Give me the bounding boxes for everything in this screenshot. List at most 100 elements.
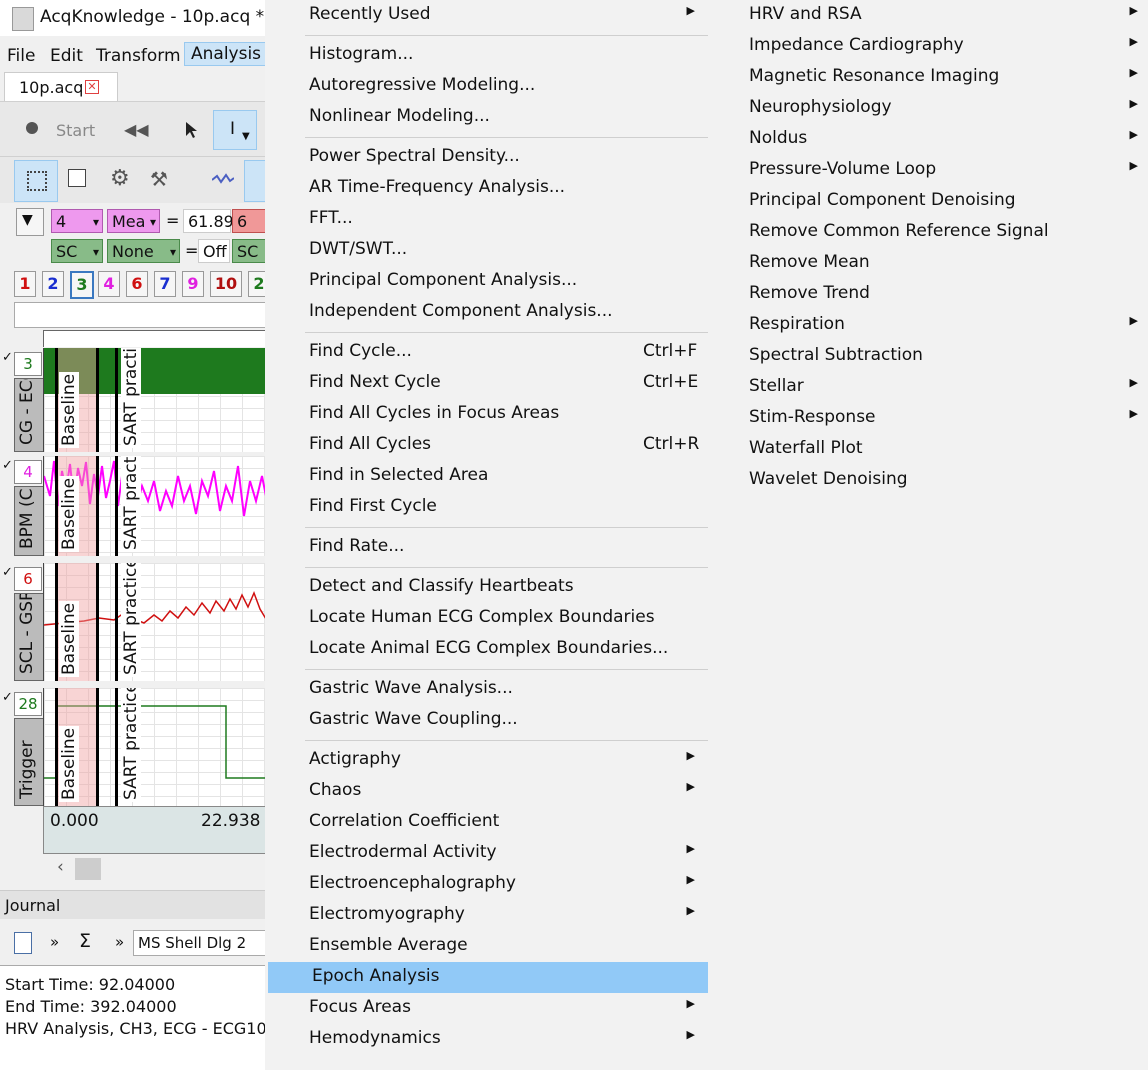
menu-item-epoch-analysis[interactable]: Epoch Analysis [268,962,708,993]
menu-item-correlation-coefficient[interactable]: Correlation Coefficient [265,807,708,838]
menu-item-impedance-cardiography[interactable]: Impedance Cardiography ▶ [708,31,1148,62]
tools-icon[interactable]: ⚒ [150,167,168,191]
menu-item-detect-and-classify-heartbeats[interactable]: Detect and Classify Heartbeats [265,572,708,603]
menu-item-actigraphy[interactable]: Actigraphy ▶ [265,745,708,776]
menu-item-respiration[interactable]: Respiration ▶ [708,310,1148,341]
waveform-icon[interactable] [212,172,234,186]
menu-item-find-next-cycle[interactable]: Find Next Cycle Ctrl+E [265,368,708,399]
menu-item-find-first-cycle[interactable]: Find First Cycle [265,492,708,523]
measure2-channel-select[interactable]: SC [51,239,103,264]
menu-item-noldus[interactable]: Noldus ▶ [708,124,1148,155]
menu-item-histogram[interactable]: Histogram... [265,40,708,71]
menu-item-focus-areas[interactable]: Focus Areas ▶ [265,993,708,1024]
menu-item-wavelet-denoising[interactable]: Wavelet Denoising [708,465,1148,496]
menu-item-hemodynamics[interactable]: Hemodynamics ▶ [265,1024,708,1055]
menu-item-find-all-cycles[interactable]: Find All Cycles Ctrl+R [265,430,708,461]
horizontal-scrollbar[interactable]: ‹ [43,856,265,882]
menu-item-electroencephalography[interactable]: Electroencephalography ▶ [265,869,708,900]
menu-item-chaos[interactable]: Chaos ▶ [265,776,708,807]
sigma-icon[interactable]: Σ [79,930,91,952]
menu-item-electromyography[interactable]: Electromyography ▶ [265,900,708,931]
channel-button-7[interactable]: 7 [154,271,176,297]
event-marker[interactable] [96,348,99,452]
measure2b-channel-select[interactable]: SC [232,239,265,263]
menu-file[interactable]: File [7,46,35,66]
menu-item-find-in-selected-area[interactable]: Find in Selected Area [265,461,708,492]
channel-button-10[interactable]: 10 [210,271,242,297]
gsr-plot-area[interactable]: Baseline SART practice [43,563,265,681]
grid-toggle-button[interactable] [14,160,58,202]
menu-item-waterfall-plot[interactable]: Waterfall Plot [708,434,1148,465]
channel-button-3[interactable]: 3 [70,271,94,299]
menu-item-nonlinear-modeling[interactable]: Nonlinear Modeling... [265,102,708,133]
channel-layout-icon[interactable] [68,169,86,187]
channel-button-2[interactable]: 2 [42,271,64,297]
pointer-tool-icon[interactable] [185,121,199,139]
event-marker[interactable] [55,456,58,556]
menu-analysis[interactable]: Analysis [184,42,265,66]
measure1-channel-select[interactable]: 4 [51,209,103,234]
trigger-plot-area[interactable]: Baseline SART practice [43,688,265,806]
start-button[interactable]: Start [56,121,95,140]
ibeam-tool-button[interactable]: I ▼ [213,110,257,150]
menu-item-principal-component-analysis[interactable]: Principal Component Analysis... [265,266,708,297]
menu-item-neurophysiology[interactable]: Neurophysiology ▶ [708,93,1148,124]
scroll-thumb[interactable] [75,858,101,880]
menu-item-principal-component-denoising[interactable]: Principal Component Denoising [708,186,1148,217]
new-document-icon[interactable] [14,932,32,954]
measure1-type-select[interactable]: Mea [107,209,160,234]
event-marker[interactable] [96,688,99,806]
menu-item-remove-mean[interactable]: Remove Mean [708,248,1148,279]
menu-item-independent-component-analysis[interactable]: Independent Component Analysis... [265,297,708,328]
menu-item-gastric-wave-analysis[interactable]: Gastric Wave Analysis... [265,674,708,705]
journal-text-area[interactable]: Start Time: 92.04000 End Time: 392.04000… [0,965,265,1070]
menu-item-recently-used[interactable]: Recently Used ▶ [265,0,708,31]
menu-transform[interactable]: Transform [96,46,181,66]
event-marker[interactable] [115,563,118,681]
channel-button-1[interactable]: 1 [14,271,36,297]
search-input[interactable] [14,302,265,328]
overflow-chevron-icon[interactable]: » [115,933,124,951]
event-marker[interactable] [96,456,99,556]
collapse-chevron-icon[interactable]: ✓ [2,350,13,365]
menu-item-remove-trend[interactable]: Remove Trend [708,279,1148,310]
overlap-mode-button[interactable] [244,160,265,202]
menu-item-remove-common-reference-signal[interactable]: Remove Common Reference Signal [708,217,1148,248]
scroll-left-icon[interactable]: ‹ [57,857,64,877]
bpm-plot-area[interactable]: Baseline SART practic [43,456,265,556]
menu-item-locate-human-ecg-complex-boundaries[interactable]: Locate Human ECG Complex Boundaries [265,603,708,634]
menu-item-hrv-and-rsa[interactable]: HRV and RSA ▶ [708,0,1148,31]
menu-item-ar-time-frequency-analysis[interactable]: AR Time-Frequency Analysis... [265,173,708,204]
channel-button-4[interactable]: 4 [98,271,120,297]
collapse-chevron-icon[interactable]: ✓ [2,458,13,473]
menu-item-fft[interactable]: FFT... [265,204,708,235]
event-marker[interactable] [55,563,58,681]
menu-item-magnetic-resonance-imaging[interactable]: Magnetic Resonance Imaging ▶ [708,62,1148,93]
gear-icon[interactable]: ⚙ [110,166,130,191]
channel-button-28[interactable]: 2 [248,271,265,297]
menu-item-gastric-wave-coupling[interactable]: Gastric Wave Coupling... [265,705,708,736]
menu-item-dwt-swt[interactable]: DWT/SWT... [265,235,708,266]
menu-item-pressure-volume-loop[interactable]: Pressure-Volume Loop ▶ [708,155,1148,186]
font-select[interactable]: MS Shell Dlg 2 [133,930,265,956]
collapse-chevron-icon[interactable]: ✓ [2,565,13,580]
menu-edit[interactable]: Edit [50,46,83,66]
channel-button-6[interactable]: 6 [126,271,148,297]
menu-item-power-spectral-density[interactable]: Power Spectral Density... [265,142,708,173]
menu-item-ensemble-average[interactable]: Ensemble Average [265,931,708,962]
event-marker[interactable] [55,348,58,452]
event-marker[interactable] [96,563,99,681]
menu-item-electrodermal-activity[interactable]: Electrodermal Activity ▶ [265,838,708,869]
measure2-type-select[interactable]: None [107,239,180,264]
menu-item-autoregressive-modeling[interactable]: Autoregressive Modeling... [265,71,708,102]
channel-button-9[interactable]: 9 [182,271,204,297]
measure1b-channel-select[interactable]: 6 [232,209,265,233]
menu-item-find-cycle[interactable]: Find Cycle... Ctrl+F [265,337,708,368]
menu-item-stim-response[interactable]: Stim-Response ▶ [708,403,1148,434]
collapse-chevron-icon[interactable]: ✓ [2,690,13,705]
event-marker[interactable] [55,688,58,806]
menu-item-stellar[interactable]: Stellar ▶ [708,372,1148,403]
measurement-collapse-button[interactable]: ▼ [16,208,44,236]
event-marker[interactable] [115,688,118,806]
document-tab[interactable]: 10p.acq ✕ [4,72,118,101]
